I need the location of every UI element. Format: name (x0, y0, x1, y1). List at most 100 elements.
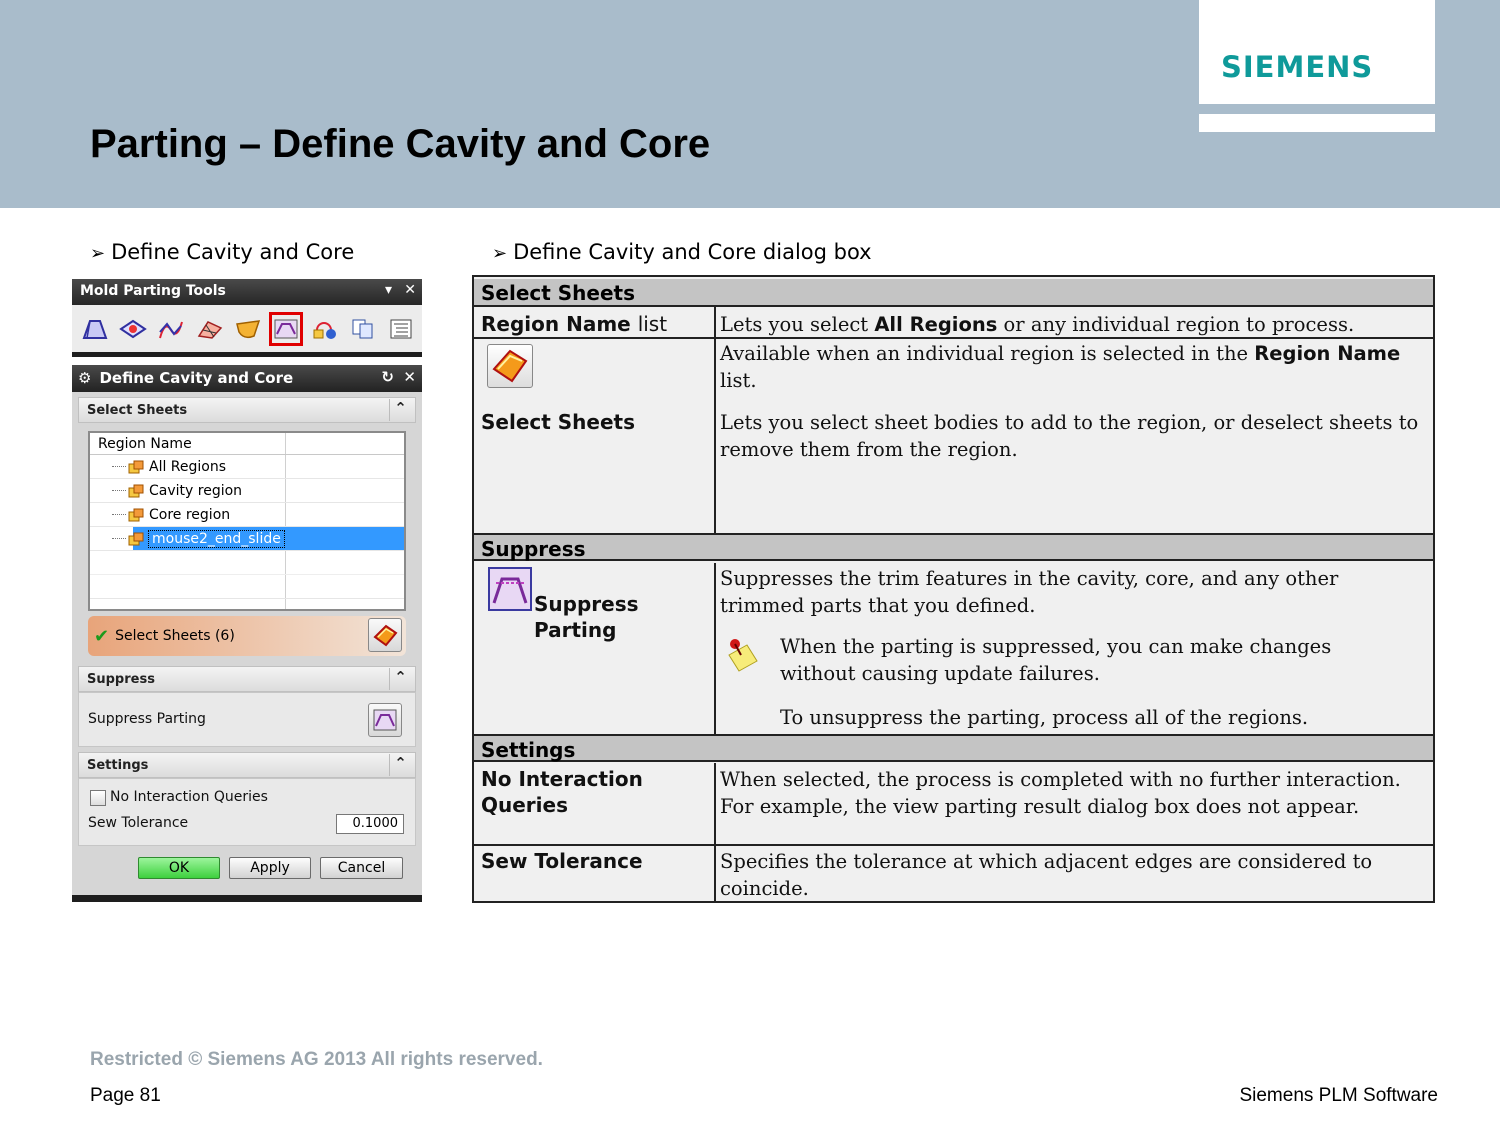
region-icon (128, 484, 144, 497)
arrow-bullet-icon: ➢ (90, 243, 106, 264)
desc-select-sheets-2: Lets you select sheet bodies to add to t… (720, 411, 1419, 461)
list-item-selected[interactable]: mouse2_end_slide (90, 527, 404, 551)
desc-select-sheets-1: Available when an individual region is s… (720, 340, 1426, 394)
section-header: Suppress (474, 533, 1433, 561)
cancel-button[interactable]: Cancel (320, 857, 403, 879)
note-icon (723, 635, 761, 675)
desc-text: Available when an individual region is s… (720, 342, 1255, 365)
region-icon (128, 508, 144, 521)
select-sheets-label: Select Sheets (6) (115, 628, 235, 644)
region-name-list[interactable]: Region Name All Regions Cavity region Co… (88, 431, 406, 611)
suppress-group-header[interactable]: Suppress ⌃ (78, 666, 416, 692)
ok-button[interactable]: OK (138, 857, 220, 879)
select-sheets-selector[interactable]: ✔ Select Sheets (6) (88, 616, 406, 656)
empty-row (90, 551, 404, 575)
mold-parting-tools-toolbar: Mold Parting Tools ▾ ✕ (72, 279, 422, 357)
term-sew-tolerance: Sew Tolerance (481, 849, 643, 873)
guide-lines-icon[interactable] (154, 312, 188, 346)
reset-icon[interactable]: ↻ (381, 368, 394, 386)
list-header: Region Name (90, 433, 404, 455)
parting-surface-icon[interactable] (231, 312, 265, 346)
close-icon[interactable]: ✕ (403, 368, 416, 386)
gear-icon[interactable]: ⚙ (78, 369, 91, 387)
desc-bold-text: All Regions (874, 313, 998, 336)
slide-header: SIEMENS Parting – Define Cavity and Core (0, 0, 1500, 208)
row-divider (474, 337, 1433, 339)
page-number: Page 81 (90, 1085, 161, 1106)
desc-text: Lets you select (720, 313, 875, 336)
chevron-up-icon[interactable]: ⌃ (389, 668, 411, 690)
suppress-parting-icon (373, 709, 397, 731)
chevron-up-icon[interactable]: ⌃ (389, 399, 411, 421)
chevron-up-icon[interactable]: ⌃ (389, 754, 411, 776)
term-text: Suppress Parting (534, 592, 639, 642)
desc-bold-text: Region Name (1254, 342, 1401, 365)
logo-strip (1199, 114, 1435, 132)
note-text-2: To unsuppress the parting, process all o… (780, 706, 1309, 729)
region-icon (128, 460, 144, 473)
suppress-parting-label: Suppress Parting (88, 711, 206, 727)
region-name-header: Region Name (98, 436, 192, 452)
logo-text: SIEMENS (1221, 50, 1374, 84)
suppress-parting-button[interactable] (368, 703, 402, 737)
dropdown-arrow-icon[interactable]: ▾ (385, 282, 392, 298)
row-divider (474, 844, 1433, 846)
page-title: Parting – Define Cavity and Core (90, 122, 711, 166)
sew-tolerance-input[interactable]: 0.1000 (336, 814, 404, 834)
desc-text: or any individual region to process. (997, 313, 1355, 336)
settings-group-header[interactable]: Settings ⌃ (78, 752, 416, 778)
bullet-left-text: Define Cavity and Core (111, 240, 355, 264)
term-select-sheets: Select Sheets (481, 410, 636, 434)
toolbar-title-bar: Mold Parting Tools ▾ ✕ (72, 279, 422, 305)
section-header-text: Select Sheets (481, 281, 636, 305)
section-header-text: Suppress (481, 537, 586, 561)
design-parting-surface-icon[interactable] (116, 312, 150, 346)
group-title: Settings (87, 758, 149, 773)
sheet-body-icon (373, 624, 398, 647)
desc-suppress-parting: Suppresses the trim features in the cavi… (720, 567, 1339, 617)
section-header: Settings (474, 734, 1433, 762)
region-label: Core region (149, 506, 231, 523)
dialog-title: Define Cavity and Core (99, 369, 294, 387)
bullet-right-text: Define Cavity and Core dialog box (513, 240, 872, 264)
dialog-title-bar: ⚙ Define Cavity and Core ↻ ✕ (72, 365, 422, 392)
select-sheets-group-header[interactable]: Select Sheets ⌃ (78, 397, 416, 423)
bullet-left: ➢ Define Cavity and Core (90, 240, 354, 264)
group-title: Select Sheets (87, 403, 188, 418)
toolbar-title: Mold Parting Tools (80, 283, 226, 299)
suppress-parting-icon (488, 567, 532, 611)
region-icon (128, 532, 144, 545)
navigator-icon[interactable] (384, 312, 418, 346)
define-cavity-and-core-icon[interactable] (268, 312, 304, 346)
region-label: Cavity region (149, 482, 243, 499)
term-suppress-parting: Suppress Parting (534, 591, 684, 643)
list-item[interactable]: Cavity region (90, 479, 404, 503)
footer-brand: Siemens PLM Software (1239, 1085, 1438, 1106)
apply-button[interactable]: Apply (229, 857, 311, 879)
group-title: Suppress (87, 672, 155, 687)
desc-no-interaction-queries: When selected, the process is completed … (720, 768, 1401, 818)
list-item[interactable]: All Regions (90, 455, 404, 479)
term-text-light: list (637, 312, 668, 336)
bullet-right: ➢ Define Cavity and Core dialog box (492, 240, 872, 264)
desc-region-name-list: Lets you select All Regions or any indiv… (720, 311, 1426, 338)
list-item[interactable]: Core region (90, 503, 404, 527)
check-icon: ✔ (94, 625, 110, 647)
patch-surface-icon[interactable] (193, 312, 227, 346)
column-divider (714, 763, 716, 901)
arrow-bullet-icon: ➢ (492, 243, 508, 264)
term-no-interaction-queries: No Interaction Queries (481, 767, 643, 817)
section-header-text: Settings (481, 738, 576, 762)
select-sheets-button[interactable] (368, 618, 402, 652)
options-reference-table: Select Sheets Region Name list Lets you … (472, 275, 1435, 903)
close-icon[interactable]: ✕ (404, 282, 416, 298)
empty-row (90, 575, 404, 599)
column-divider (714, 307, 716, 535)
copy-icon[interactable] (346, 312, 380, 346)
region-label: All Regions (149, 458, 227, 475)
swap-model-icon[interactable] (307, 312, 341, 346)
note-text-1: When the parting is suppressed, you can … (780, 635, 1332, 685)
region-label: mouse2_end_slide (148, 529, 285, 548)
region-analysis-icon[interactable] (78, 312, 112, 346)
no-interaction-queries-checkbox[interactable] (90, 790, 106, 806)
